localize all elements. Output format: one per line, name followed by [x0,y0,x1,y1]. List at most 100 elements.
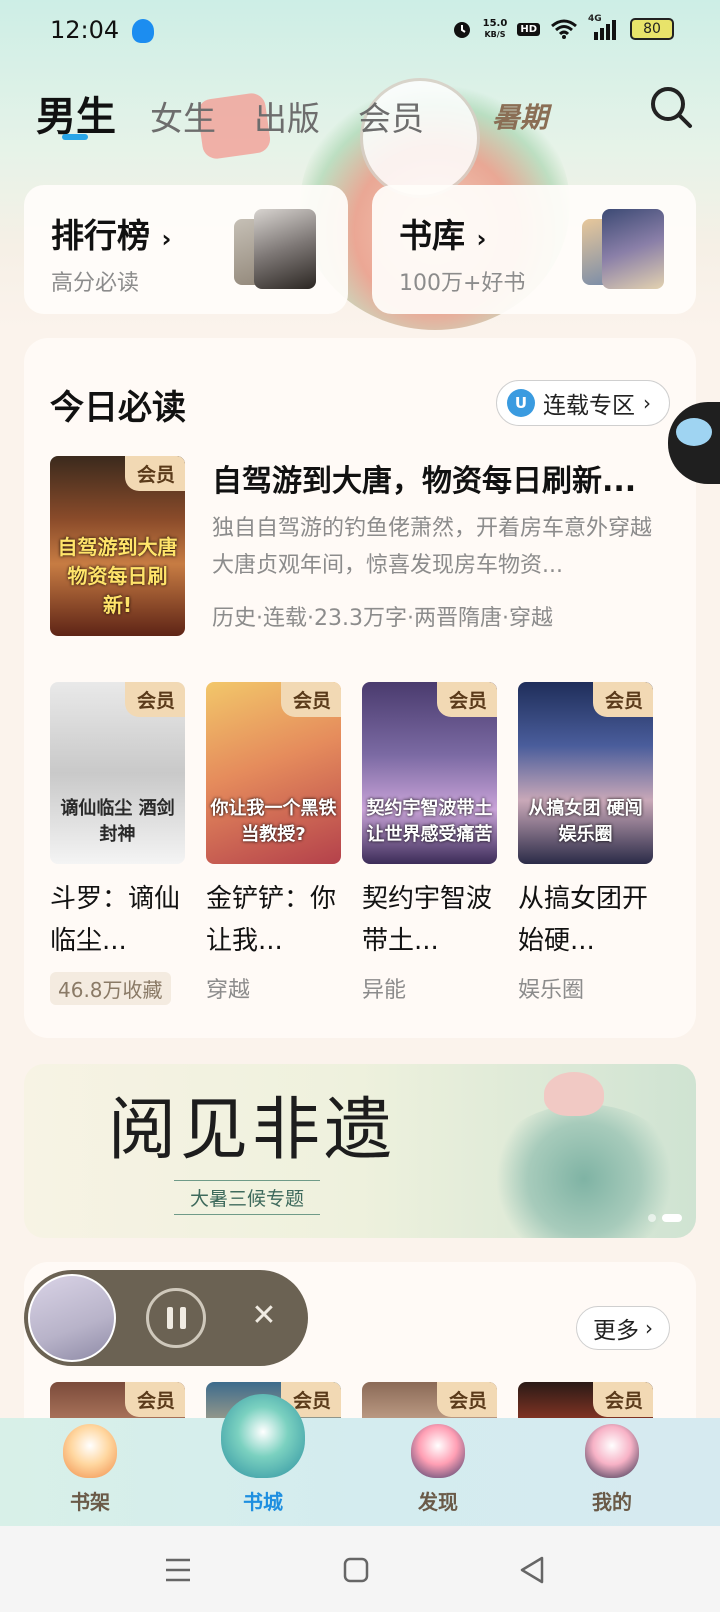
featured-book-description: 独自自驾游的钓鱼佬萧然，开着房车意外穿越大唐贞观年间，惊喜发现房车物资... [212,516,653,578]
book-cover: 谪仙临尘 酒剑封神 会员 [50,682,185,864]
back-icon[interactable] [508,1546,556,1594]
featured-book-title[interactable]: 自驾游到大唐，物资每日刷新... [212,456,672,500]
nav-label: 我的 [592,1490,632,1514]
daily-must-read-section: 今日必读 U 连载专区 › 自驾游到大唐 物资每日刷新! 会员 自驾游到大唐，物… [24,338,696,1038]
status-icons: 15.0 KB/S HD 4G 80 [451,14,674,40]
close-icon[interactable]: ✕ [242,1294,286,1338]
library-front-cover [602,209,664,289]
rank-entry-card[interactable]: 排行榜 › 高分必读 [24,185,348,314]
rank-front-cover [254,209,316,289]
book-title: 斗罗：谪仙临尘... [50,884,181,956]
net-speed-value: 15.0 [482,18,508,29]
vip-badge: 会员 [124,682,185,717]
library-title-text: 书库 [399,216,465,255]
vip-badge: 会员 [592,1382,653,1417]
book-cover-text: 谪仙临尘 酒剑封神 [60,798,175,845]
book-cover: 你让我一个黑铁当教授? 会员 [206,682,341,864]
more-button[interactable]: 更多 › [576,1306,670,1350]
book-cover: 从搞女团 硬闯娱乐圈 会员 [518,682,653,864]
nav-bookshelf[interactable]: 书架 [30,1418,150,1526]
pagination-dot [648,1214,656,1222]
pagination-dot-active [662,1214,682,1222]
qq-notification-icon [132,19,154,43]
book-cover: 契约宇智波带土 让世界感受痛苦 会员 [362,682,497,864]
nav-label: 书城 [243,1490,283,1514]
hd-badge: HD [517,22,540,36]
banner-calligraphy: 阅见非遗 [108,1091,397,1170]
discover-penguin-icon [411,1424,465,1478]
chevron-right-icon: › [645,1316,653,1340]
status-time: 12:04 [50,16,120,44]
promo-banner[interactable]: 阅见非遗 大暑三候专题 [24,1064,696,1238]
cellular-icon: 4G [588,14,620,40]
featured-book-cover[interactable]: 自驾游到大唐 物资每日刷新! 会员 [50,456,185,636]
library-subtitle: 100万+好书 [399,271,526,296]
library-title: 书库 › [399,209,486,257]
chevron-right-icon: › [476,225,487,253]
book-title: 从搞女团开始硬... [518,884,649,956]
home-icon[interactable] [332,1546,380,1594]
search-icon[interactable] [648,84,694,130]
featured-cover-text: 自驾游到大唐 物资每日刷新! [57,535,178,617]
vip-badge: 会员 [124,456,185,491]
library-entry-card[interactable]: 书库 › 100万+好书 [372,185,696,314]
featured-book-meta: 历史·连载·23.3万字·两晋隋唐·穿越 [212,606,553,631]
tab-publishing[interactable]: 出版 [254,92,320,140]
pause-button[interactable] [146,1288,206,1348]
net-speed-unit: KB/S [484,30,506,39]
book-card[interactable]: 从搞女团 硬闯娱乐圈 会员 从搞女团开始硬... 娱乐圈 [518,682,653,1004]
active-tab-indicator [62,134,88,140]
vip-badge: 会员 [436,682,497,717]
nav-bookstore[interactable]: 书城 [203,1394,323,1526]
battery-indicator: 80 [630,18,674,40]
tab-female[interactable]: 女生 [150,92,216,140]
net-speed: 15.0 KB/S [483,18,508,40]
bookshelf-penguin-icon [63,1424,117,1478]
book-card[interactable]: 你让我一个黑铁当教授? 会员 金铲铲：你让我... 穿越 [206,682,341,1004]
wifi-icon [551,19,577,39]
book-tag: 穿越 [206,978,251,1003]
tab-vip[interactable]: 会员 [358,92,424,140]
alarm-icon [453,22,470,38]
book-tag: 娱乐圈 [518,978,585,1003]
rank-title: 排行榜 › [51,209,171,257]
book-card[interactable]: 契约宇智波带土 让世界感受痛苦 会员 契约宇智波带土... 异能 [362,682,497,1004]
bottom-navigation: 书架 书城 发现 我的 [0,1394,720,1526]
menu-icon[interactable] [154,1546,202,1594]
pause-icon [166,1307,173,1329]
chevron-right-icon: › [161,225,172,253]
audio-mini-player: ✕ [24,1270,308,1366]
serial-zone-button[interactable]: U 连载专区 › [496,380,670,426]
more-label: 更多 [593,1318,639,1344]
vip-badge: 会员 [124,1382,185,1417]
banner-subtitle: 大暑三候专题 [174,1180,321,1215]
rank-subtitle: 高分必读 [51,271,140,296]
vip-badge: 会员 [436,1382,497,1417]
profile-penguin-icon [585,1424,639,1478]
rank-title-text: 排行榜 [51,216,150,255]
section-title: 今日必读 [50,388,186,428]
nav-discover[interactable]: 发现 [378,1418,498,1526]
book-cover-text: 契约宇智波带土 让世界感受痛苦 [366,798,493,845]
tab-summer[interactable]: 暑期 [492,96,548,136]
nav-label: 发现 [418,1490,458,1514]
nav-profile[interactable]: 我的 [552,1418,672,1526]
player-cover[interactable] [28,1274,116,1362]
vip-badge: 会员 [592,682,653,717]
system-navigation-bar [0,1526,720,1612]
serial-zone-label: 连载专区 [543,393,635,419]
status-bar: 12:04 15.0 KB/S HD 4G 80 [0,0,720,64]
network-type: 4G [588,14,602,24]
nav-label: 书架 [70,1490,110,1514]
book-title: 契约宇智波带土... [362,884,493,956]
book-favorites-count: 46.8万收藏 [50,972,171,1005]
banner-pagination [648,1214,682,1222]
book-tag: 异能 [362,978,407,1003]
book-cover-text: 你让我一个黑铁当教授? [210,798,337,845]
book-title: 金铲铲：你让我... [206,884,337,956]
lotus-flower-decoration [544,1072,604,1116]
book-card[interactable]: 谪仙临尘 酒剑封神 会员 斗罗：谪仙临尘... 46.8万收藏 [50,682,185,1005]
serial-icon: U [507,389,535,417]
book-cover-text: 从搞女团 硬闯娱乐圈 [528,798,643,845]
chevron-right-icon: › [643,391,651,415]
